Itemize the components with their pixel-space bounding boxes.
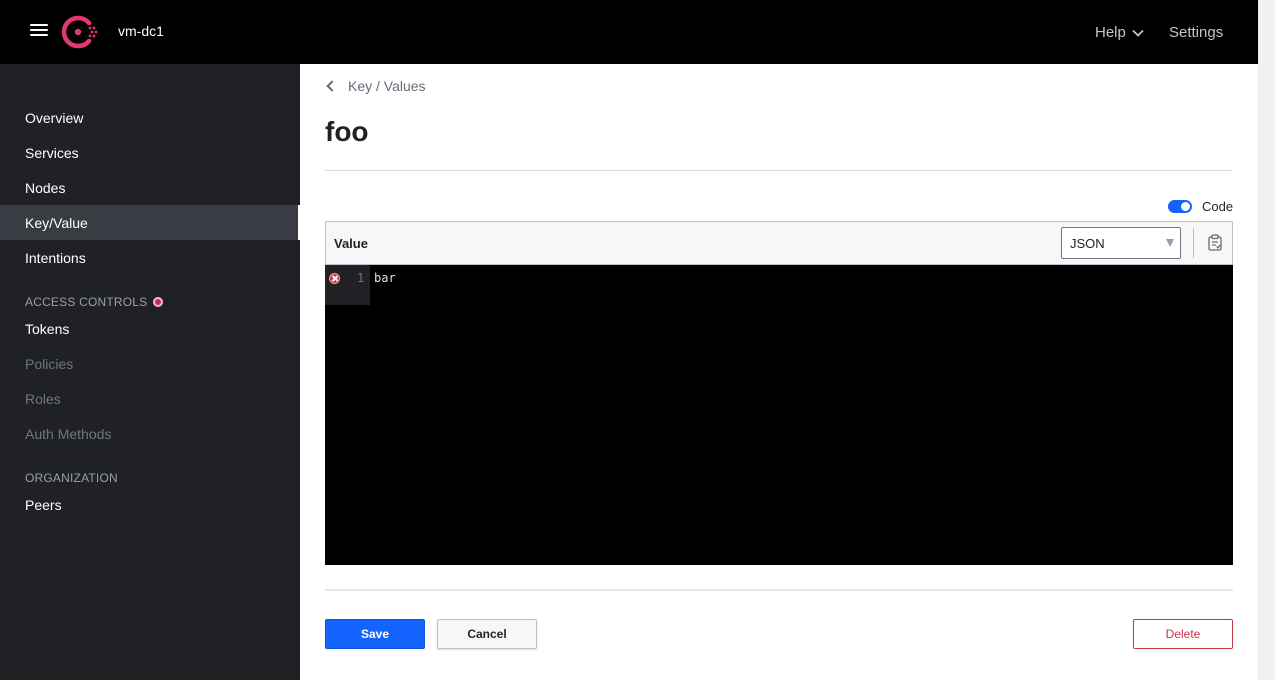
sidebar: Overview Services Nodes Key/Value Intent… xyxy=(0,64,300,680)
error-icon xyxy=(329,273,340,284)
sidebar-item-services[interactable]: Services xyxy=(0,135,300,170)
breadcrumb-link[interactable]: Key / Values xyxy=(348,78,426,94)
access-controls-label: ACCESS CONTROLS xyxy=(25,295,148,309)
clipboard-icon[interactable] xyxy=(1208,234,1222,251)
top-bar: vm-dc1 Help Settings xyxy=(0,0,1258,64)
menu-icon[interactable] xyxy=(30,24,48,40)
code-toggle[interactable]: Code xyxy=(1168,199,1233,214)
toolbar-separator xyxy=(1193,228,1194,258)
datacenter-name[interactable]: vm-dc1 xyxy=(118,23,164,39)
help-menu[interactable]: Help xyxy=(1095,24,1144,41)
editor-toolbar: Value JSON xyxy=(325,221,1233,265)
title-divider xyxy=(325,170,1233,171)
toggle-switch[interactable] xyxy=(1168,200,1192,213)
delete-button[interactable]: Delete xyxy=(1133,619,1233,649)
settings-link[interactable]: Settings xyxy=(1169,24,1223,41)
line-number: 1 xyxy=(357,271,365,285)
cancel-button[interactable]: Cancel xyxy=(437,619,537,649)
code-line[interactable]: bar xyxy=(374,271,396,285)
status-dot-icon xyxy=(153,297,164,307)
organization-heading: ORGANIZATION xyxy=(25,471,118,485)
save-button[interactable]: Save xyxy=(325,619,425,649)
access-controls-heading: ACCESS CONTROLS xyxy=(25,295,164,309)
sidebar-item-tokens[interactable]: Tokens xyxy=(0,311,300,346)
code-toggle-label: Code xyxy=(1202,199,1234,214)
editor-label: Value xyxy=(334,236,368,251)
form-divider xyxy=(325,589,1233,591)
chevron-left-icon xyxy=(326,80,338,92)
sidebar-item-key-value[interactable]: Key/Value xyxy=(0,205,300,240)
sidebar-item-intentions[interactable]: Intentions xyxy=(0,240,300,275)
help-label: Help xyxy=(1095,24,1126,41)
sidebar-item-auth-methods: Auth Methods xyxy=(25,425,112,442)
sidebar-item-policies: Policies xyxy=(25,355,74,372)
sidebar-item-peers[interactable]: Peers xyxy=(0,487,300,522)
chevron-down-icon xyxy=(1132,29,1144,37)
breadcrumb[interactable]: Key / Values xyxy=(326,78,426,94)
code-editor[interactable]: 1 bar xyxy=(325,265,1233,565)
sidebar-item-nodes[interactable]: Nodes xyxy=(0,170,300,205)
main-content: Key / Values foo Code Value JSON 1 bar S… xyxy=(300,64,1258,680)
page-title: foo xyxy=(325,116,369,147)
language-select[interactable]: JSON xyxy=(1061,227,1181,259)
language-select-value: JSON xyxy=(1070,236,1105,251)
sidebar-item-roles: Roles xyxy=(25,390,61,407)
editor-gutter: 1 xyxy=(325,265,370,305)
organization-label: ORGANIZATION xyxy=(25,471,118,485)
sidebar-item-overview[interactable]: Overview xyxy=(0,100,300,135)
consul-logo-icon[interactable] xyxy=(60,14,98,50)
window-scrollbar[interactable] xyxy=(1258,0,1275,680)
caret-down-icon xyxy=(1166,239,1174,247)
